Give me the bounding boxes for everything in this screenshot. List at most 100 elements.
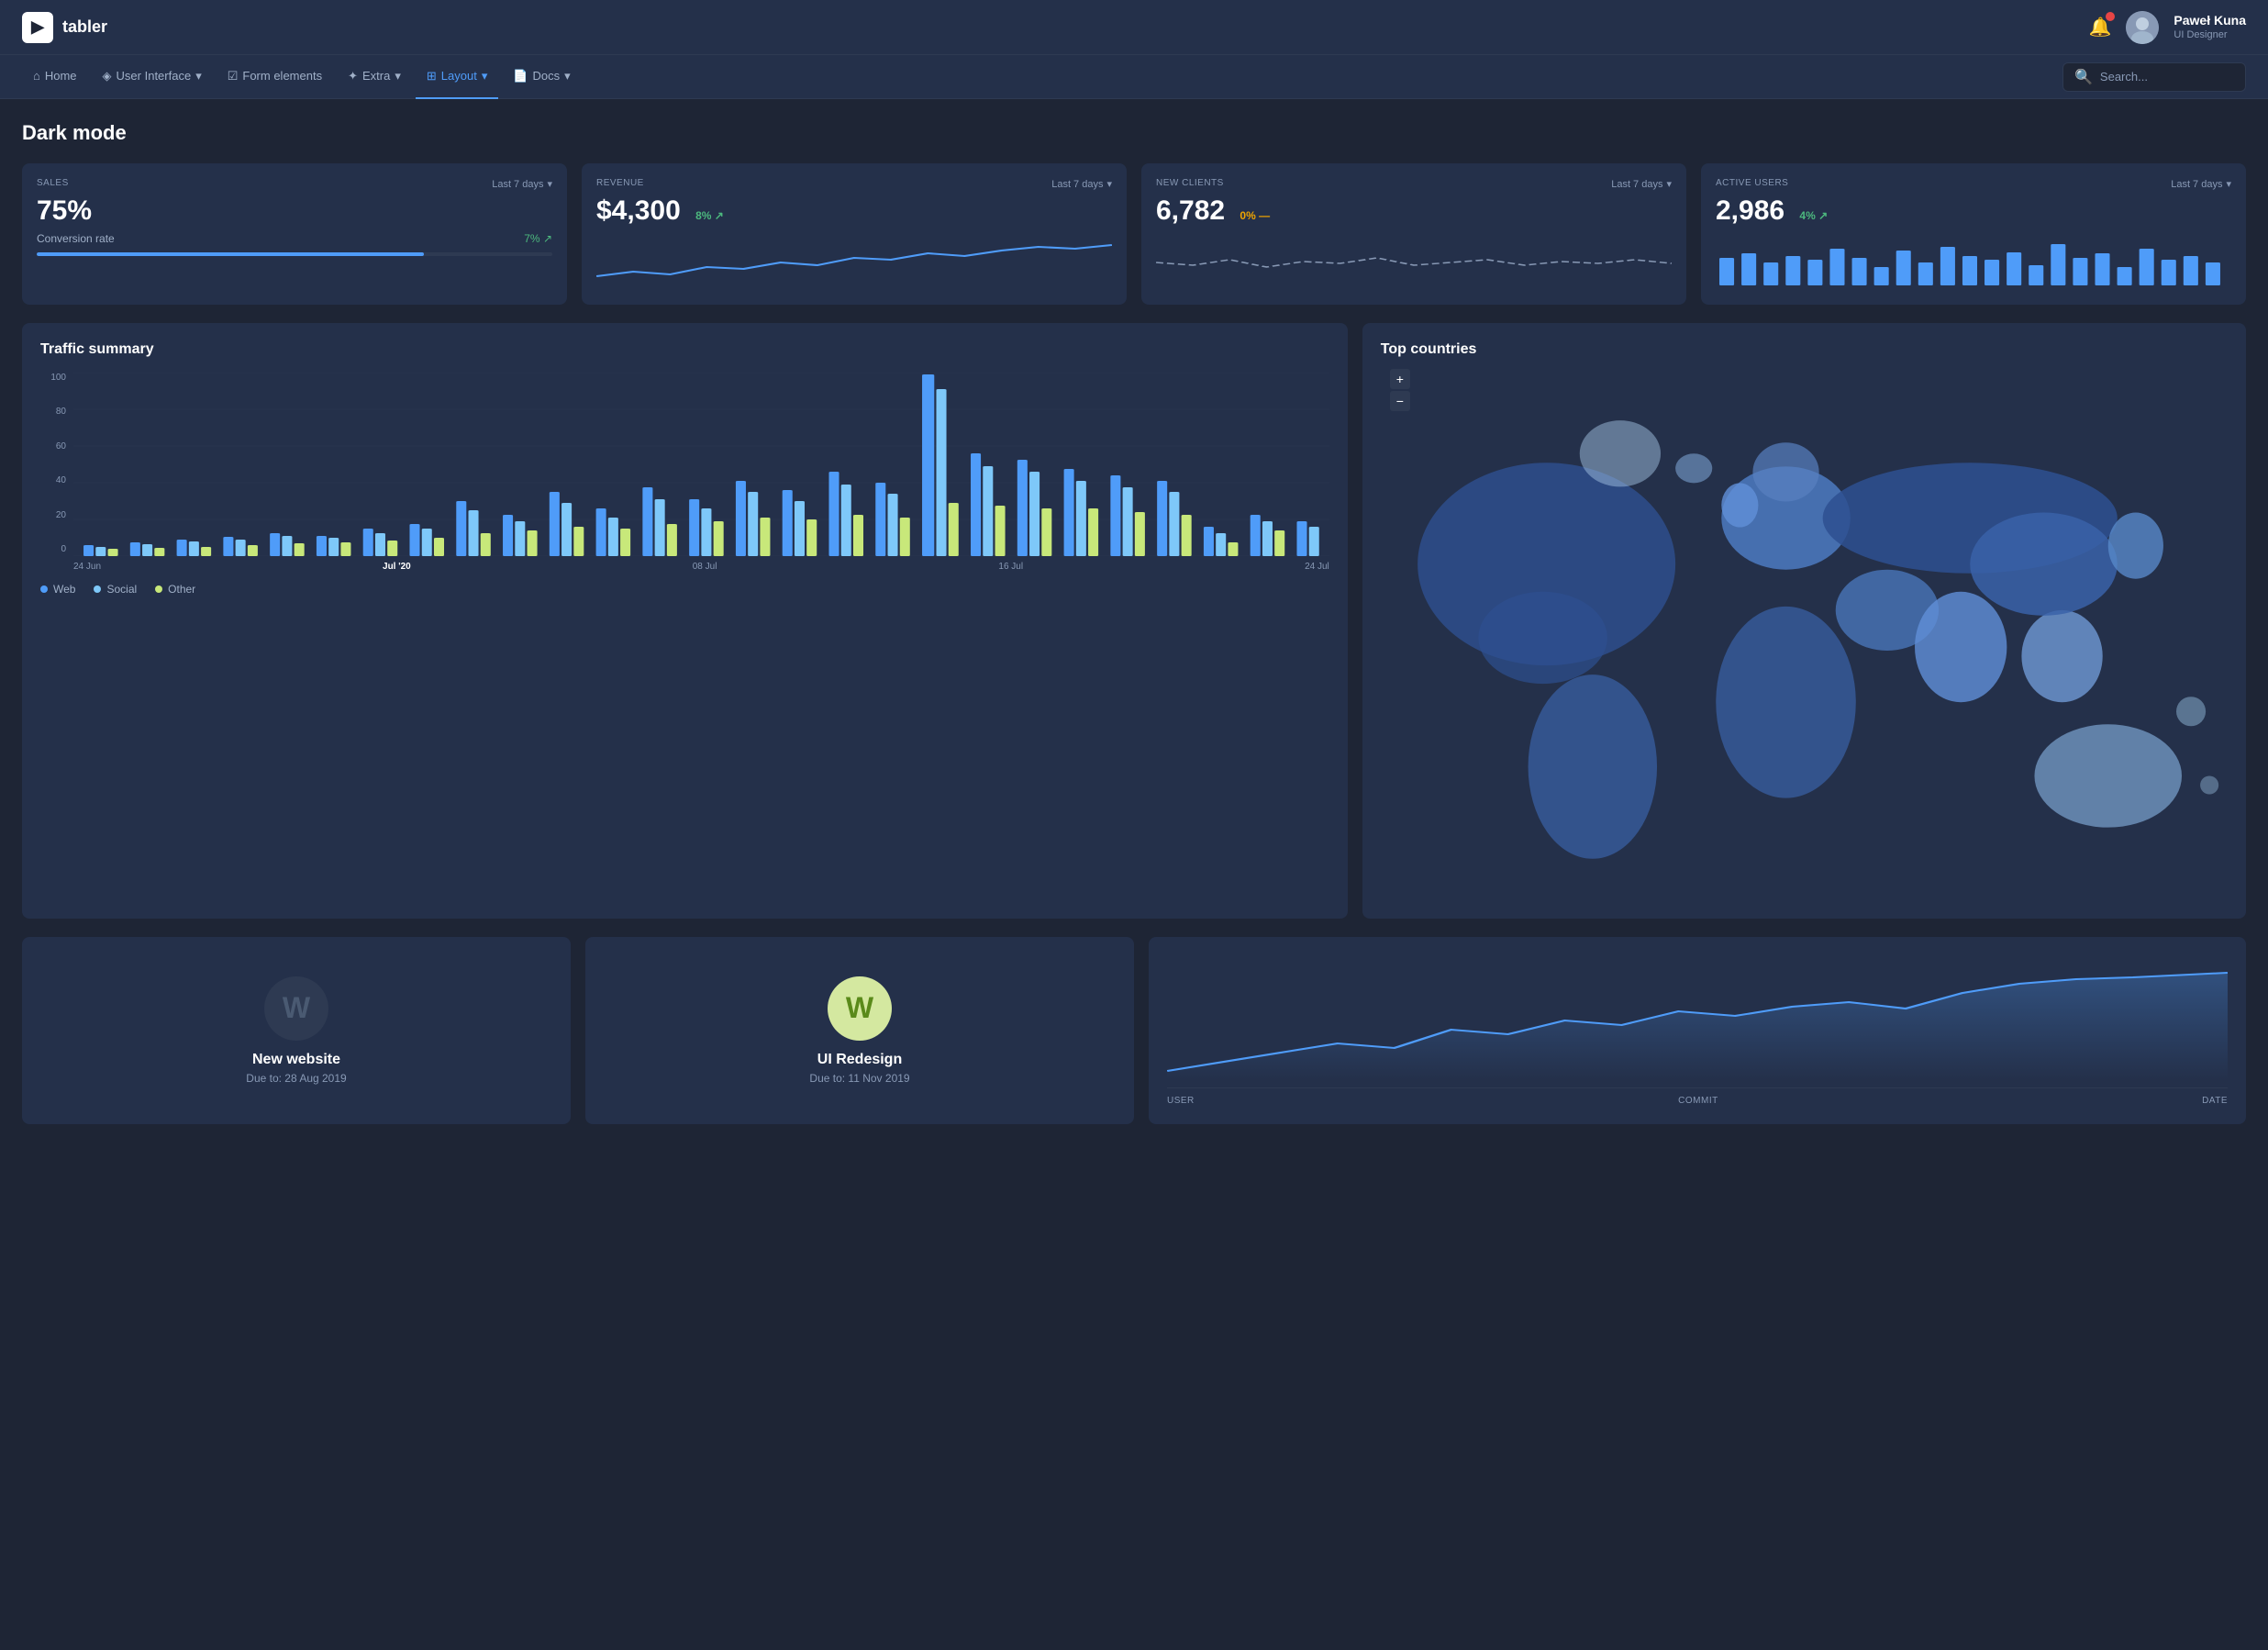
nav-item-form-elements[interactable]: ☑ Form elements [217,55,333,99]
project-name-ui-redesign: UI Redesign [817,1052,902,1068]
nav-label-form: Form elements [242,69,322,83]
legend-dot-web [40,585,48,593]
project-due-new-website: Due to: 28 Aug 2019 [246,1072,346,1085]
y-label-80: 80 [56,407,66,417]
y-label-0: 0 [61,544,66,554]
stat-change-clients: 0% — [1240,209,1270,222]
stat-period-sales[interactable]: Last 7 days ▾ [492,178,552,190]
x-axis: 24 Jun Jul '20 08 Jul 16 Jul 24 Jul [40,562,1329,572]
y-label-20: 20 [56,510,66,520]
stat-period-users[interactable]: Last 7 days ▾ [2171,178,2231,190]
activity-col-date: DATE [2202,1096,2228,1106]
stat-value-sales: 75% [37,197,552,225]
sub-label-sales: Conversion rate [37,232,115,245]
user-name: Paweł Kuna [2174,12,2246,28]
dropdown-icon-ui: ▾ [195,69,202,84]
nav-label-docs: Docs [533,69,561,83]
stat-card-new-clients: NEW CLIENTS Last 7 days ▾ 6,782 0% — [1141,163,1686,305]
search-input[interactable] [2100,70,2234,84]
project-card-new-website: W New website Due to: 28 Aug 2019 [22,937,571,1124]
stat-card-active-users: ACTIVE USERS Last 7 days ▾ 2,986 4% ↗ [1701,163,2246,305]
lower-section: Traffic summary 100 80 60 40 20 0 [22,323,2246,919]
nav-label-extra: Extra [362,69,390,83]
chart-legend: Web Social Other [40,583,1329,596]
stat-header-sales: SALES Last 7 days ▾ [37,178,552,194]
search-box[interactable]: 🔍 [2062,62,2246,92]
activity-line-chart [1167,970,2228,1080]
top-countries-card: Top countries + − [1362,323,2246,919]
main-content: Dark mode SALES Last 7 days ▾ 75% Conver… [0,99,2268,1146]
notification-badge [2106,12,2115,21]
nav-item-home[interactable]: ⌂ Home [22,55,88,99]
legend-web: Web [40,583,75,596]
traffic-bar-chart [73,373,1329,556]
x-label-2: Jul '20 [383,562,411,572]
logo-text: tabler [62,17,107,37]
form-icon: ☑ [228,69,239,84]
stat-header-revenue: REVENUE Last 7 days ▾ [596,178,1112,194]
user-info: Paweł Kuna UI Designer [2174,12,2246,41]
users-bar-sparkline [1716,240,2231,285]
home-icon: ⌂ [33,69,40,83]
legend-label-social: Social [106,583,137,596]
stat-label-sales: SALES [37,178,69,188]
logo[interactable]: ▶ tabler [22,12,107,43]
activity-footer: USER COMMIT DATE [1167,1087,2228,1106]
period-dropdown-icon-revenue: ▾ [1106,178,1112,190]
stat-label-users: ACTIVE USERS [1716,178,1788,188]
stat-change-users: 4% ↗ [1799,209,1828,222]
legend-dot-social [94,585,101,593]
sub-change-sales: 7% ↗ [524,232,552,245]
zoom-in-button[interactable]: + [1390,369,1410,389]
activity-col-commit: COMMIT [1678,1096,1718,1106]
map-title: Top countries [1381,341,2228,358]
stat-period-clients[interactable]: Last 7 days ▾ [1611,178,1672,190]
x-label-4: 16 Jul [998,562,1023,572]
nav-item-extra[interactable]: ✦ Extra ▾ [337,55,412,99]
page-title: Dark mode [22,121,2246,145]
user-role: UI Designer [2174,28,2246,41]
y-label-40: 40 [56,475,66,485]
ui-icon: ◈ [103,69,112,84]
up-arrow-icon: ↗ [543,232,552,245]
stat-value-revenue: $4,300 8% ↗ [596,197,1112,225]
y-axis: 100 80 60 40 20 0 [40,373,66,556]
stat-period-revenue[interactable]: Last 7 days ▾ [1051,178,1112,190]
nav-item-user-interface[interactable]: ◈ User Interface ▾ [92,55,213,99]
docs-icon: 📄 [513,69,528,84]
project-due-ui-redesign: Due to: 11 Nov 2019 [809,1072,909,1085]
traffic-title: Traffic summary [40,341,1329,358]
zoom-out-button[interactable]: − [1390,391,1410,411]
stat-value-users: 2,986 4% ↗ [1716,197,2231,225]
project-avatar-new-website: W [264,976,328,1041]
project-name-new-website: New website [252,1052,340,1068]
stat-label-clients: NEW CLIENTS [1156,178,1224,188]
progress-bar-sales [37,252,552,256]
stat-value-clients: 6,782 0% — [1156,197,1672,225]
dropdown-icon-docs: ▾ [564,69,571,84]
revenue-sparkline [596,240,1112,285]
stat-header-users: ACTIVE USERS Last 7 days ▾ [1716,178,2231,194]
x-label-1: 24 Jun [73,562,101,572]
nav-label-layout: Layout [441,69,477,83]
bottom-cards: W New website Due to: 28 Aug 2019 W UI R… [22,937,2246,1124]
world-map [1381,380,2228,896]
period-dropdown-icon: ▾ [547,178,552,190]
legend-social: Social [94,583,137,596]
logo-icon: ▶ [22,12,53,43]
stat-header-clients: NEW CLIENTS Last 7 days ▾ [1156,178,1672,194]
nav-item-docs[interactable]: 📄 Docs ▾ [502,55,581,99]
layout-icon: ⊞ [427,69,437,84]
y-label-60: 60 [56,441,66,452]
activity-col-user: USER [1167,1096,1195,1106]
legend-other: Other [155,583,195,596]
avatar-image [2126,11,2159,44]
y-label-100: 100 [50,373,66,383]
legend-label-web: Web [53,583,75,596]
nav-items: ⌂ Home ◈ User Interface ▾ ☑ Form element… [22,55,582,99]
period-dropdown-icon-users: ▾ [2226,178,2231,190]
period-dropdown-icon-clients: ▾ [1666,178,1672,190]
notification-icon[interactable]: 🔔 [2089,16,2112,39]
x-label-3: 08 Jul [693,562,717,572]
nav-item-layout[interactable]: ⊞ Layout ▾ [416,55,498,99]
